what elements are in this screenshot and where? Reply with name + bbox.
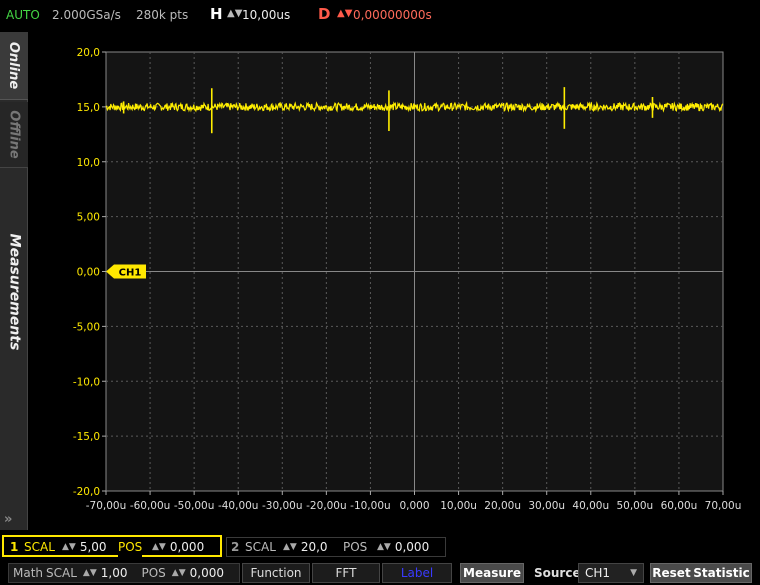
tab-measurements[interactable]: Measurements xyxy=(0,232,28,352)
x-tick-label: 10,00u xyxy=(440,500,477,512)
delay-label: D xyxy=(318,5,331,23)
measure-button[interactable]: Measure xyxy=(460,563,524,583)
x-tick-label: 70,00u xyxy=(705,500,742,512)
horizontal-label: H xyxy=(210,5,223,23)
x-tick-label: 0,000 xyxy=(399,500,429,512)
delay-spin-icon[interactable]: ▲▼ xyxy=(337,8,352,19)
y-tick-label: 15,0 xyxy=(77,102,100,114)
math-pos-label: POS xyxy=(141,566,166,580)
math-scal-value[interactable]: 1,00 xyxy=(101,566,128,580)
y-tick-label: -20,0 xyxy=(73,486,100,498)
source-label: Source xyxy=(534,566,581,580)
x-tick-label: -20,00u xyxy=(306,500,347,512)
ch2-number: 2 xyxy=(231,540,240,554)
x-tick-label: -50,00u xyxy=(174,500,215,512)
status-bar: AUTO 2.000GSa/s 280k pts H ▲▼ 10,00us D … xyxy=(0,0,760,30)
ch2-scal-spin-icon[interactable]: ▲▼ xyxy=(283,542,297,552)
source-value: CH1 xyxy=(585,566,611,580)
statistic-label: Statistic xyxy=(693,566,750,580)
channel-controls-row: 1 SCAL ▲▼ 5,00 POS ▲▼ 0,000 2 SCAL ▲▼ 20… xyxy=(0,535,760,559)
side-panel: Online Offline Measurements » xyxy=(0,32,28,530)
horizontal-spin-icon[interactable]: ▲▼ xyxy=(227,8,242,19)
ch1-pos-spin-icon[interactable]: ▲▼ xyxy=(152,542,166,552)
ch1-pos-label: POS xyxy=(118,540,143,554)
math-measure-row: Math SCAL ▲▼ 1,00 POS ▲▼ 0,000 Function … xyxy=(0,561,760,585)
x-tick-label: -60,00u xyxy=(130,500,171,512)
sample-rate: 2.000GSa/s xyxy=(52,8,121,22)
y-tick-label: -10,0 xyxy=(73,376,100,388)
reset-label: Reset xyxy=(652,566,691,580)
tab-measurements-label: Measurements xyxy=(6,233,22,351)
waveform-plot[interactable]: -70,00u -60,00u -50,00u -40,00u -30,00u -20,0… xyxy=(28,30,760,530)
ch1-pos-value[interactable]: 0,000 xyxy=(170,540,204,554)
ch2-pos-label: POS xyxy=(343,540,368,554)
ch2-control-group[interactable]: 2 SCAL ▲▼ 20,0 POS ▲▼ 0,000 xyxy=(226,537,446,557)
delay-value[interactable]: 0,00000000s xyxy=(353,8,432,22)
tab-online[interactable]: Online xyxy=(0,32,28,100)
math-pos-spin-icon[interactable]: ▲▼ xyxy=(172,568,186,578)
math-pos-value[interactable]: 0,000 xyxy=(190,566,224,580)
ch1-marker-label: CH1 xyxy=(119,268,142,279)
ch1-number: 1 xyxy=(10,540,19,554)
horizontal-scale-value[interactable]: 10,00us xyxy=(242,8,290,22)
chevron-down-icon: ▼ xyxy=(630,568,637,578)
ch2-pos-value[interactable]: 0,000 xyxy=(395,540,429,554)
tab-offline-label: Offline xyxy=(6,110,22,159)
label-button[interactable]: Label xyxy=(382,563,452,583)
y-tick-label: 20,0 xyxy=(77,47,100,59)
waveform-display[interactable]: -70,00u -60,00u -50,00u -40,00u -30,00u -20,0… xyxy=(28,30,760,530)
math-label: Math xyxy=(13,566,44,580)
tab-online-label: Online xyxy=(6,41,22,90)
x-tick-label: 30,00u xyxy=(528,500,565,512)
y-tick-label: 5,00 xyxy=(77,212,100,224)
ch2-scal-value[interactable]: 20,0 xyxy=(301,540,328,554)
trigger-mode[interactable]: AUTO xyxy=(6,8,40,22)
ch1-scal-label: SCAL xyxy=(24,540,55,554)
point-count: 280k pts xyxy=(136,8,189,22)
ch2-scal-label: SCAL xyxy=(245,540,276,554)
x-tick-label: 50,00u xyxy=(616,500,653,512)
math-control-group[interactable]: Math SCAL ▲▼ 1,00 POS ▲▼ 0,000 xyxy=(8,563,240,583)
x-tick-label: -70,00u xyxy=(86,500,127,512)
ch1-control-group[interactable]: 1 SCAL ▲▼ 5,00 POS ▲▼ 0,000 xyxy=(2,535,222,557)
reset-statistic-button[interactable]: Reset Statistic xyxy=(650,563,752,583)
collapse-chevron-icon[interactable]: » xyxy=(4,512,12,527)
x-tick-label: -40,00u xyxy=(218,500,259,512)
y-tick-label: -15,0 xyxy=(73,431,100,443)
source-select[interactable]: CH1 ▼ xyxy=(578,563,644,583)
x-tick-label: 20,00u xyxy=(484,500,521,512)
function-button[interactable]: Function xyxy=(242,563,310,583)
tab-offline[interactable]: Offline xyxy=(0,102,28,168)
x-tick-label: -10,00u xyxy=(350,500,391,512)
x-tick-label: -30,00u xyxy=(262,500,303,512)
math-scal-spin-icon[interactable]: ▲▼ xyxy=(83,568,97,578)
ch1-scal-spin-icon[interactable]: ▲▼ xyxy=(62,542,76,552)
math-scal-label: SCAL xyxy=(46,566,77,580)
y-tick-label: 0,00 xyxy=(77,267,100,279)
x-tick-label: 40,00u xyxy=(572,500,609,512)
ch1-scal-value[interactable]: 5,00 xyxy=(80,540,107,554)
x-tick-label: 60,00u xyxy=(661,500,698,512)
ch2-pos-spin-icon[interactable]: ▲▼ xyxy=(377,542,391,552)
fft-button[interactable]: FFT xyxy=(312,563,380,583)
y-tick-label: 10,0 xyxy=(77,157,100,169)
y-tick-label: -5,00 xyxy=(73,321,100,333)
